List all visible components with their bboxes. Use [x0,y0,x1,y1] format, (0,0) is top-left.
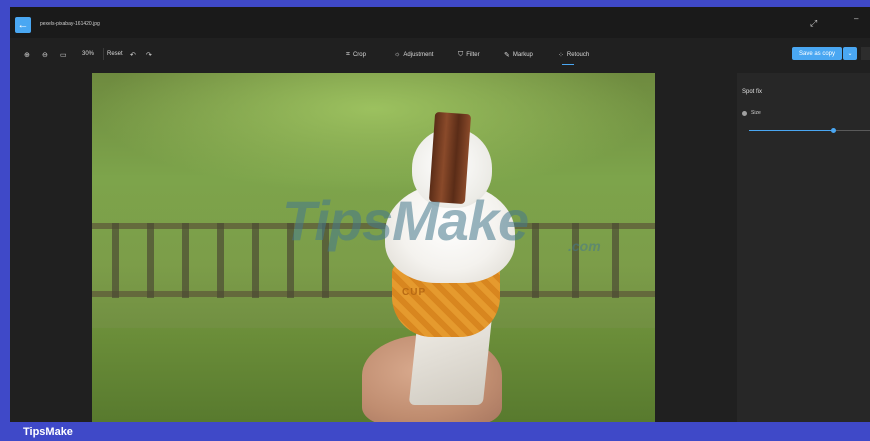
footer-brand: TipsMake [23,426,73,438]
retouch-icon: ⁘ [558,52,564,59]
minimize-icon[interactable]: – [854,14,858,23]
watermark: TipsMake [282,189,529,252]
watermark-suffix: .com [568,238,601,254]
markup-icon: ✎ [504,52,510,59]
tab-crop[interactable]: ⌗ Crop [346,51,366,59]
expand-icon[interactable]: ⤢ [810,18,817,29]
zoom-out-icon: ⊖ [42,52,48,59]
reset-button[interactable]: Reset [107,51,123,57]
redo-icon: ↷ [146,52,152,59]
file-name: pexels-pixabay-161420.jpg [40,21,100,27]
undo-button[interactable]: ↶ [130,51,136,59]
fence-post [532,223,539,298]
fit-to-screen-icon: ▭ [60,52,67,59]
chevron-down-icon: ⌄ [847,51,853,57]
panel-title: Spot fix [742,89,763,95]
tab-retouch[interactable]: ⁘ Retouch [558,51,589,59]
tab-adjustment-label: Adjustment [403,51,434,58]
zoom-out-button[interactable]: ⊖ [42,51,48,59]
tab-adjustment[interactable]: ☼ Adjustment [394,51,433,58]
size-label: Size [751,110,761,116]
fence-post [147,223,154,298]
brush-size-icon [742,110,747,116]
redo-button[interactable]: ↷ [146,51,152,59]
tab-filter-label: Filter [466,52,480,58]
toolbar-divider [103,48,104,60]
top-frame-strip [0,0,870,7]
cone-text: CUP [402,287,427,298]
fence-post [572,223,579,298]
footer-bar: TipsMake [0,422,870,441]
active-tab-indicator [562,64,574,65]
tab-retouch-label: Retouch [566,52,590,58]
fence-post [112,223,119,298]
size-slider-thumb[interactable] [831,128,837,133]
tab-markup[interactable]: ✎ Markup [504,51,533,59]
image-canvas[interactable]: CUP TipsMake .com [92,73,655,422]
back-button[interactable]: ← [15,17,31,33]
size-row: Size [742,110,761,116]
fit-to-screen-button[interactable]: ▭ [60,51,67,59]
adjustment-icon: ☼ [394,51,401,58]
retouch-panel: Spot fix Size [737,73,870,422]
fence-post [217,223,224,298]
fence-post [182,223,189,298]
background-blur [92,73,655,193]
zoom-level[interactable]: 30% [82,51,94,57]
more-options-button[interactable] [861,47,870,60]
photos-app-window: ← pexels-pixabay-161420.jpg ⤢ – ⊕ ⊖ ▭ 30… [10,7,870,422]
edit-toolbar: ⊕ ⊖ ▭ 30% Reset ↶ ↷ ⌗ Crop ☼ Adjustment … [10,38,870,72]
crop-icon: ⌗ [346,51,350,58]
save-as-copy-button[interactable]: Save as copy [792,47,842,60]
fence-post [252,223,259,298]
save-options-dropdown[interactable]: ⌄ [843,47,857,60]
zoom-in-icon: ⊕ [24,52,30,59]
back-arrow-icon: ← [17,19,29,31]
title-bar: ← pexels-pixabay-161420.jpg ⤢ – [10,7,870,38]
size-slider-fill [749,130,834,131]
filter-icon: ⛉ [458,51,464,58]
fence-post [612,223,619,298]
size-slider[interactable] [749,128,870,133]
fence-rail-bottom [92,291,655,297]
tab-markup-label: Markup [512,52,533,58]
tab-filter[interactable]: ⛉ Filter [458,51,480,59]
zoom-in-button[interactable]: ⊕ [24,51,30,59]
undo-icon: ↶ [130,52,136,59]
tab-crop-label: Crop [352,52,366,58]
